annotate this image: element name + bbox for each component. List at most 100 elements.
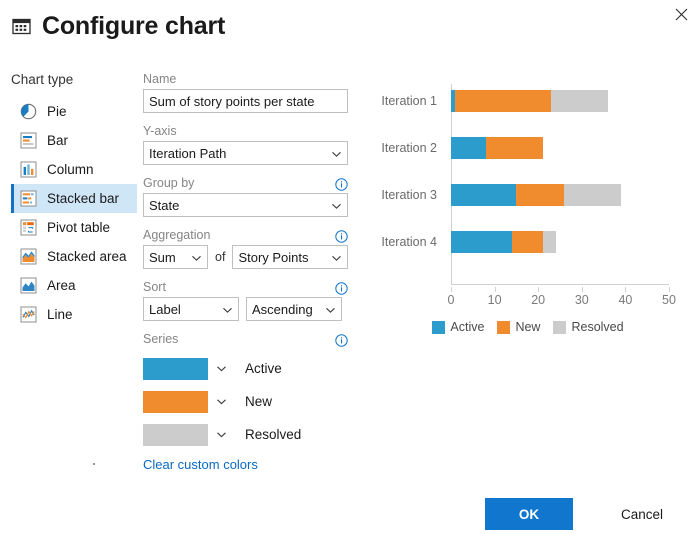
chart-bar-segment[interactable]	[516, 184, 564, 206]
sort-direction-value: Ascending	[252, 302, 313, 317]
series-color-swatch[interactable]	[143, 391, 208, 413]
chart-legend: Active New Resolved	[368, 320, 688, 334]
sort-by-select[interactable]: Label	[143, 297, 239, 321]
chevron-down-icon	[331, 252, 342, 263]
info-icon[interactable]	[335, 230, 348, 243]
chart-type-item-label: Column	[47, 162, 94, 177]
pivot-table-icon	[20, 219, 37, 236]
chart-type-item-bar[interactable]: Bar	[11, 126, 137, 155]
legend-label: Active	[450, 320, 484, 334]
line-chart-icon	[20, 306, 37, 323]
chevron-down-icon	[222, 304, 233, 315]
chart-type-item-column[interactable]: Column	[11, 155, 137, 184]
sort-direction-select[interactable]: Ascending	[246, 297, 342, 321]
configure-chart-dialog: Configure chart Chart type Pie	[0, 0, 699, 549]
chart-type-item-stacked-area[interactable]: Stacked area	[11, 242, 137, 271]
chart-plot-area: Iteration 1Iteration 2Iteration 3Iterati…	[368, 78, 688, 293]
name-input[interactable]	[143, 89, 348, 113]
close-icon[interactable]	[663, 0, 699, 28]
info-icon[interactable]	[335, 282, 348, 295]
series-name-label: Active	[245, 361, 282, 376]
chart-type-label: Chart type	[11, 72, 137, 87]
legend-label: New	[515, 320, 540, 334]
legend-color-swatch	[553, 321, 566, 334]
x-axis-tick-label: 40	[618, 293, 632, 307]
chart-bar-track	[451, 90, 688, 112]
column-chart-icon	[20, 161, 37, 178]
chart-settings-form: Name Y-axis Iteration Path Group by	[143, 72, 348, 485]
sort-label: Sort	[143, 280, 166, 294]
x-axis-tick-label: 20	[531, 293, 545, 307]
sort-by-value: Label	[149, 302, 181, 317]
chart-bar-segment[interactable]	[486, 137, 543, 159]
chart-type-item-label: Area	[47, 278, 76, 293]
chart-type-item-label: Line	[47, 307, 73, 322]
y-axis-select-value: Iteration Path	[149, 146, 226, 161]
legend-item[interactable]: Resolved	[553, 320, 623, 334]
chart-bar-segment[interactable]	[451, 137, 486, 159]
chart-type-item-pivot-table[interactable]: Pivot table	[11, 213, 137, 242]
aggregation-function-value: Sum	[149, 250, 176, 265]
chart-bar-segment[interactable]	[551, 90, 608, 112]
x-axis-tick-mark	[451, 287, 452, 292]
aggregation-label: Aggregation	[143, 228, 210, 242]
group-by-select-value: State	[149, 198, 179, 213]
dialog-header: Configure chart	[12, 14, 225, 39]
group-by-label: Group by	[143, 176, 194, 190]
chart-category-label: Iteration 2	[368, 141, 444, 155]
chart-bar-track	[451, 184, 688, 206]
x-axis-tick-label: 30	[575, 293, 589, 307]
y-axis-label: Y-axis	[143, 124, 348, 138]
chart-category-label: Iteration 4	[368, 235, 444, 249]
series-color-swatch[interactable]	[143, 358, 208, 380]
chart-type-item-pie[interactable]: Pie	[11, 97, 137, 126]
legend-item[interactable]: New	[497, 320, 540, 334]
ok-button[interactable]: OK	[485, 498, 573, 530]
chevron-down-icon[interactable]	[208, 363, 234, 374]
x-axis-tick-label: 0	[448, 293, 455, 307]
x-axis-tick-label: 50	[662, 293, 676, 307]
pie-chart-icon	[20, 103, 37, 120]
y-axis-select[interactable]: Iteration Path	[143, 141, 348, 165]
x-axis-tick-mark	[495, 287, 496, 292]
chart-type-item-label: Stacked area	[47, 249, 127, 264]
field-group-name: Name	[143, 72, 348, 113]
chevron-down-icon[interactable]	[208, 396, 234, 407]
chart-category-row: Iteration 4	[368, 225, 688, 259]
clear-custom-colors-link[interactable]: Clear custom colors	[143, 457, 258, 472]
stacked-bar-chart-icon	[20, 190, 37, 207]
chart-bar-segment[interactable]	[451, 231, 512, 253]
aggregation-field-value: Story Points	[238, 250, 308, 265]
series-name-label: New	[245, 394, 272, 409]
field-group-group-by: Group by State	[143, 176, 348, 217]
x-axis-tick-mark	[538, 287, 539, 292]
chart-type-item-label: Pie	[47, 104, 67, 119]
series-color-list: Active New Resolved	[143, 352, 348, 451]
chart-type-list: Pie Bar	[11, 97, 137, 329]
aggregation-function-select[interactable]: Sum	[143, 245, 208, 269]
chart-type-item-line[interactable]: Line	[11, 300, 137, 329]
legend-item[interactable]: Active	[432, 320, 484, 334]
chevron-down-icon	[191, 252, 202, 263]
aggregation-field-select[interactable]: Story Points	[232, 245, 348, 269]
info-icon[interactable]	[335, 334, 348, 347]
info-icon[interactable]	[335, 178, 348, 191]
field-group-aggregation: Aggregation Sum of	[143, 228, 348, 269]
chart-type-item-stacked-bar[interactable]: Stacked bar	[11, 184, 137, 213]
page-title: Configure chart	[42, 14, 225, 39]
chart-bar-segment[interactable]	[451, 184, 516, 206]
chevron-down-icon[interactable]	[208, 429, 234, 440]
chart-type-item-area[interactable]: Area	[11, 271, 137, 300]
legend-color-swatch	[497, 321, 510, 334]
chart-bar-segment[interactable]	[455, 90, 551, 112]
chart-bar-segment[interactable]	[564, 184, 621, 206]
chart-bar-segment[interactable]	[512, 231, 543, 253]
series-color-swatch[interactable]	[143, 424, 208, 446]
x-axis-ticks: 01020304050	[368, 293, 688, 311]
chart-bar-segment[interactable]	[543, 231, 556, 253]
dialog-footer: OK Cancel	[0, 498, 699, 530]
cancel-button[interactable]: Cancel	[598, 498, 686, 530]
field-group-y-axis: Y-axis Iteration Path	[143, 124, 348, 165]
legend-label: Resolved	[571, 320, 623, 334]
group-by-select[interactable]: State	[143, 193, 348, 217]
